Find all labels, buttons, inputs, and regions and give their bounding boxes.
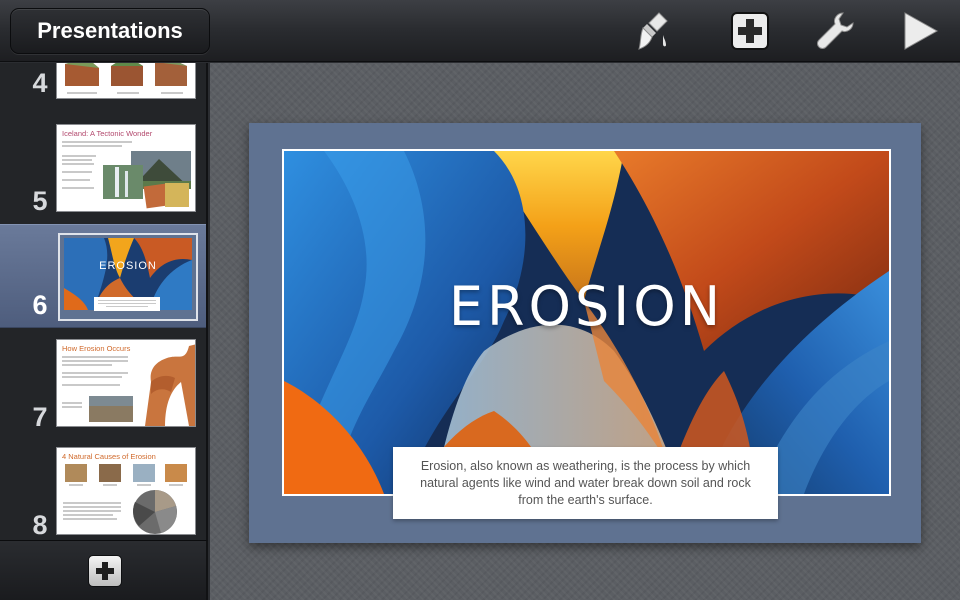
sidebar-footer [0,540,208,600]
slide-thumbnail-row-selected[interactable]: EROSION 6 [0,224,206,328]
slide-navigator[interactable]: 4 Iceland: A Tectonic Wonder 5 EROSION 6… [0,63,208,540]
slide-thumbnail[interactable]: 4 Natural Causes of Erosion [56,447,196,535]
thumbnail-title: Iceland: A Tectonic Wonder [62,129,153,138]
slide-title[interactable]: EROSION [284,275,889,338]
thumbnail-title: EROSION [99,260,157,272]
play-icon[interactable] [896,9,942,53]
thumbnail-caption-box [94,297,160,311]
thumbnail-title: 4 Natural Causes of Erosion [62,452,156,461]
add-icon [96,562,114,580]
add-slide-button[interactable] [88,555,122,587]
slide-number: 6 [32,290,48,320]
slide-thumbnail[interactable]: Iceland: A Tectonic Wonder [56,124,196,212]
current-slide[interactable]: EROSION Erosion, also known as weatherin… [249,123,921,543]
slide-thumbnail-row[interactable]: Iceland: A Tectonic Wonder 5 [0,119,206,223]
slide-caption-textbox[interactable]: Erosion, also known as weathering, is th… [393,447,778,519]
slide-thumbnail[interactable]: EROSION [58,233,198,321]
slide-thumbnail-row[interactable]: How Erosion Occurs 7 [0,335,206,439]
slide-canvas[interactable]: EROSION Erosion, also known as weatherin… [210,63,960,600]
slide-thumbnail[interactable]: How Erosion Occurs [56,339,196,427]
presentations-button[interactable]: Presentations [10,8,210,54]
slide-number: 8 [32,510,48,540]
slide-number: 5 [32,186,48,216]
add-icon[interactable] [727,9,773,53]
slide-thumbnail-row[interactable]: 4 [0,63,206,105]
slide-background-photo[interactable]: EROSION [282,149,891,496]
slide-number: 7 [32,402,48,432]
slide-thumbnail[interactable] [56,63,196,99]
slide-number: 4 [32,68,48,98]
slide-thumbnail-row[interactable]: 4 Natural Causes of Erosion 8 [0,443,206,540]
paintbrush-icon[interactable] [632,9,678,53]
wrench-icon[interactable] [812,9,858,53]
toolbar: Presentations [0,0,960,62]
